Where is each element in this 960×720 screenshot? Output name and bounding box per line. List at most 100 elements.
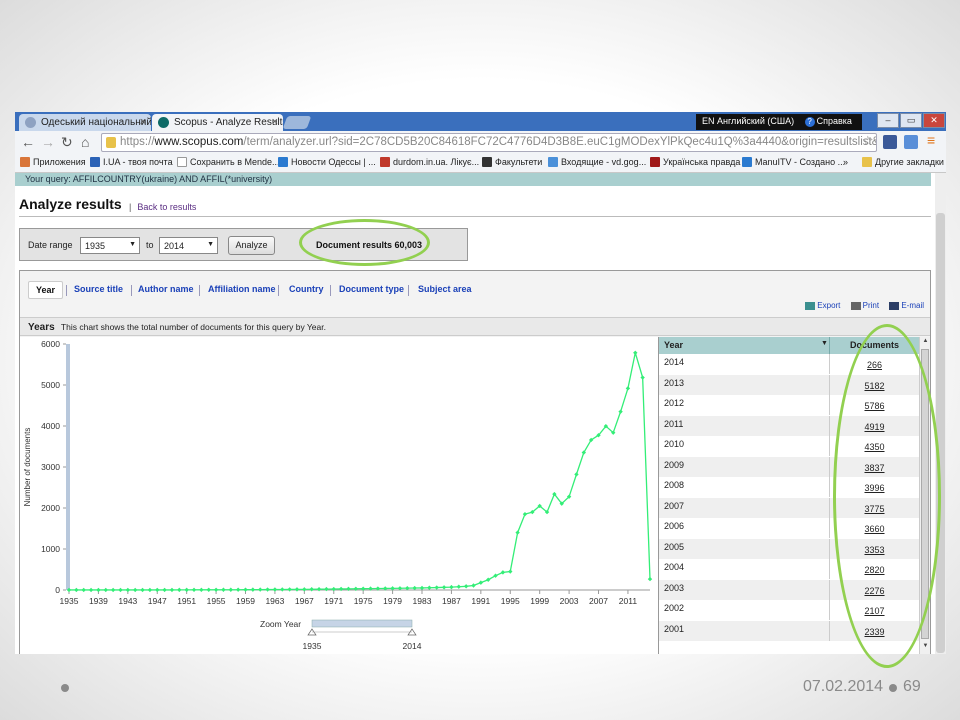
from-year-select[interactable]: 1935 ▼ bbox=[80, 237, 140, 254]
to-year-value: 2014 bbox=[164, 241, 185, 251]
tab-divider bbox=[330, 285, 331, 296]
browser-titlebar: Одеський національний × Scopus - Analyze… bbox=[15, 112, 946, 131]
x-tick-label: 1975 bbox=[354, 596, 373, 606]
row-year: 2011 bbox=[664, 418, 684, 429]
tab-divider bbox=[278, 285, 279, 296]
row-year: 2004 bbox=[664, 562, 685, 572]
more-bookmarks-button[interactable]: » bbox=[843, 157, 848, 167]
bookmark-item[interactable]: Новости Одессы | ... bbox=[278, 157, 376, 167]
analysis-panel: Year Source title Author name Affiliatio… bbox=[19, 270, 931, 654]
back-arrow-icon[interactable]: ← bbox=[21, 134, 35, 150]
home-icon[interactable]: ⌂ bbox=[81, 134, 89, 150]
tab-document-type[interactable]: Document type bbox=[332, 281, 411, 297]
data-point bbox=[147, 587, 153, 593]
back-to-results-link[interactable]: | Back to results bbox=[129, 202, 196, 212]
row-year: 2013 bbox=[664, 377, 685, 388]
tab-scopus[interactable]: Scopus - Analyze Results × bbox=[152, 114, 283, 131]
inbox-icon bbox=[548, 157, 558, 167]
x-tick-label: 2003 bbox=[560, 596, 579, 606]
query-prefix: Your query: bbox=[25, 174, 71, 184]
data-point bbox=[162, 587, 167, 593]
bookmark-folder[interactable]: Другие закладки bbox=[862, 157, 944, 167]
zoom-to-label: 2014 bbox=[403, 641, 422, 651]
tab-university[interactable]: Одеський національний × bbox=[19, 114, 151, 131]
data-point bbox=[184, 587, 189, 593]
facebook-extension-icon[interactable] bbox=[883, 135, 897, 149]
x-tick-label: 1939 bbox=[89, 596, 108, 606]
row-year: 2008 bbox=[664, 480, 685, 490]
tab-affiliation-name[interactable]: Affiliation name bbox=[201, 281, 283, 297]
x-tick-label: 2007 bbox=[589, 596, 608, 606]
data-point bbox=[169, 587, 175, 593]
to-year-select[interactable]: 2014 ▼ bbox=[159, 237, 218, 254]
data-point bbox=[228, 587, 233, 592]
tab-subject-area[interactable]: Subject area bbox=[411, 281, 479, 297]
x-tick-label: 2011 bbox=[619, 596, 638, 606]
data-point bbox=[250, 587, 256, 592]
faculty-icon bbox=[482, 157, 492, 167]
export-icon bbox=[805, 301, 816, 310]
print-link[interactable]: Print bbox=[863, 301, 879, 310]
data-point bbox=[96, 587, 101, 593]
email-link[interactable]: E-mail bbox=[901, 301, 924, 310]
data-point bbox=[110, 587, 116, 593]
bookmark-item[interactable]: Входящие - vd.gog... bbox=[548, 157, 646, 167]
browser-screenshot: Одеський національний × Scopus - Analyze… bbox=[15, 112, 946, 654]
slide-date: 07.02.2014 bbox=[803, 678, 884, 695]
extension-icon[interactable] bbox=[904, 135, 918, 149]
print-icon bbox=[850, 301, 861, 310]
menu-icon[interactable]: ≡ bbox=[927, 132, 935, 148]
scroll-up-icon[interactable]: ▲ bbox=[921, 338, 930, 348]
tab-source-title[interactable]: Source title bbox=[67, 281, 130, 297]
highlight-ellipse-documents bbox=[833, 324, 941, 668]
bookmark-item[interactable]: I.UA - твоя почта bbox=[90, 157, 173, 167]
scroll-down-icon[interactable]: ▼ bbox=[921, 643, 930, 653]
close-window-icon[interactable]: ✕ bbox=[923, 113, 945, 128]
bookmark-item[interactable]: Українська правда bbox=[650, 157, 740, 167]
news-icon bbox=[278, 157, 288, 167]
zoom-slider-track[interactable] bbox=[311, 619, 413, 628]
data-point bbox=[206, 587, 211, 592]
tab-author-name[interactable]: Author name bbox=[131, 281, 201, 297]
bookmark-item[interactable]: Приложения bbox=[20, 157, 86, 167]
close-tab-icon[interactable]: × bbox=[272, 116, 278, 128]
tab-label: Scopus - Analyze Results bbox=[174, 117, 283, 128]
university-favicon-icon bbox=[25, 117, 36, 128]
bookmark-item[interactable]: Факультети bbox=[482, 157, 542, 167]
forward-arrow-icon[interactable]: → bbox=[41, 134, 55, 150]
x-tick-label: 1983 bbox=[413, 596, 432, 606]
analyze-button[interactable]: Analyze bbox=[228, 236, 275, 255]
new-tab-button[interactable] bbox=[282, 116, 312, 129]
sort-down-icon[interactable]: ▼ bbox=[821, 340, 828, 347]
address-bar[interactable]: https://www.scopus.com/term/analyzer.url… bbox=[101, 133, 877, 152]
bookmark-item[interactable]: ManuITV - Создано ... bbox=[742, 157, 845, 167]
data-point bbox=[191, 587, 197, 593]
bookmark-item[interactable]: durdom.in.ua. Лікує... bbox=[380, 157, 479, 167]
bookmarks-bar: Приложения I.UA - твоя почта Сохранить в… bbox=[15, 154, 946, 173]
row-year: 2009 bbox=[664, 459, 685, 470]
bookmark-label: Другие закладки bbox=[875, 157, 944, 167]
data-point bbox=[427, 585, 432, 590]
language-indicator[interactable]: EN Английский (США) ? Справка bbox=[696, 114, 862, 130]
help-label: Справка bbox=[816, 116, 852, 126]
tab-year[interactable]: Year bbox=[28, 281, 64, 299]
export-link[interactable]: Export bbox=[817, 301, 840, 310]
maximize-button[interactable]: ▭ bbox=[900, 113, 922, 128]
row-year: 2007 bbox=[664, 500, 685, 511]
close-tab-icon[interactable]: × bbox=[140, 116, 146, 128]
minimize-button[interactable]: – bbox=[877, 113, 899, 128]
data-point bbox=[118, 587, 123, 593]
help-icon: ? bbox=[804, 117, 815, 127]
data-point bbox=[449, 584, 454, 590]
data-point bbox=[140, 587, 145, 593]
page-scrollbar[interactable] bbox=[935, 173, 946, 654]
bookmark-item[interactable]: Сохранить в Mende... bbox=[177, 157, 280, 167]
row-year: 2005 bbox=[664, 541, 685, 552]
reload-icon[interactable]: ↻ bbox=[61, 134, 73, 151]
tab-country[interactable]: Country bbox=[282, 281, 331, 297]
star-icon[interactable]: ☆ bbox=[862, 133, 874, 149]
data-point bbox=[633, 350, 638, 355]
year-column-header[interactable]: Year bbox=[664, 340, 683, 350]
data-point bbox=[471, 583, 476, 588]
x-tick-label: 1955 bbox=[207, 596, 226, 606]
